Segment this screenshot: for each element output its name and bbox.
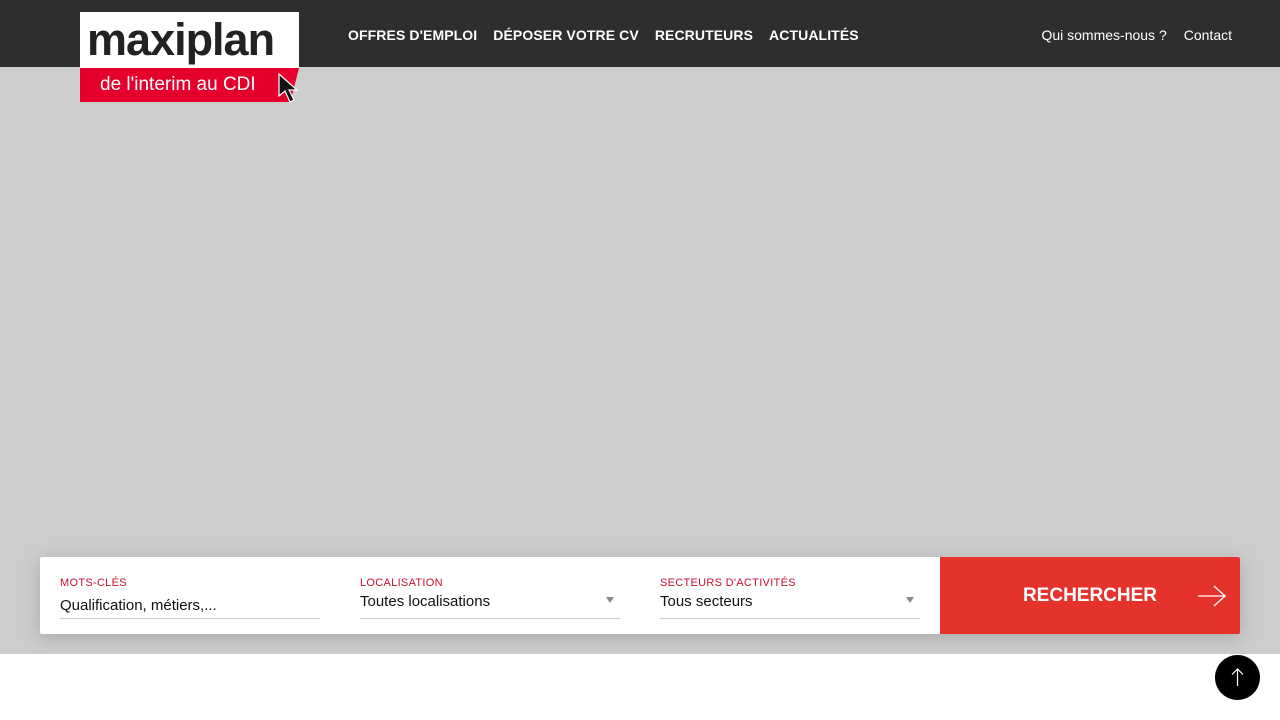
caret-down-icon [906, 597, 914, 603]
caret-down-icon [606, 597, 614, 603]
location-label: LOCALISATION [360, 577, 443, 589]
secondary-nav: Qui sommes-nous ? Contact [1041, 26, 1232, 44]
search-button-label: RECHERCHER [1022, 585, 1158, 606]
keywords-field: MOTS-CLÉS [40, 557, 340, 634]
sector-field: SECTEURS D'ACTIVITÉS Tous secteurs [640, 557, 940, 634]
job-search-form: MOTS-CLÉS LOCALISATION Toutes localisati… [40, 557, 1240, 634]
nav-recruiters[interactable]: RECRUTEURS [655, 26, 753, 44]
arrow-right-icon [1198, 585, 1226, 607]
logo-tagline: de l'interim au CDI [100, 74, 256, 95]
arrow-up-icon [1231, 668, 1244, 686]
logo-tagline-box: de l'interim au CDI [80, 68, 299, 102]
mouse-cursor-icon [278, 72, 299, 103]
sector-select[interactable]: Tous secteurs [660, 592, 920, 619]
keywords-input[interactable] [60, 592, 320, 619]
nav-about-us[interactable]: Qui sommes-nous ? [1041, 26, 1166, 44]
logo-wordmark-box: maxiplan [80, 12, 299, 68]
search-button[interactable]: RECHERCHER [940, 557, 1240, 634]
location-field: LOCALISATION Toutes localisations [340, 557, 640, 634]
location-select[interactable]: Toutes localisations [360, 592, 620, 619]
main-nav: OFFRES D'EMPLOI DÉPOSER VOTRE CV RECRUTE… [348, 26, 859, 44]
scroll-to-top-button[interactable] [1215, 655, 1260, 700]
nav-news[interactable]: ACTUALITÉS [769, 26, 859, 44]
nav-contact[interactable]: Contact [1184, 26, 1232, 44]
sector-label: SECTEURS D'ACTIVITÉS [660, 577, 796, 589]
nav-submit-cv[interactable]: DÉPOSER VOTRE CV [493, 26, 639, 44]
site-logo[interactable]: maxiplan de l'interim au CDI [80, 12, 302, 103]
keywords-label: MOTS-CLÉS [60, 577, 127, 589]
nav-job-offers[interactable]: OFFRES D'EMPLOI [348, 26, 477, 44]
logo-wordmark: maxiplan [87, 14, 275, 65]
